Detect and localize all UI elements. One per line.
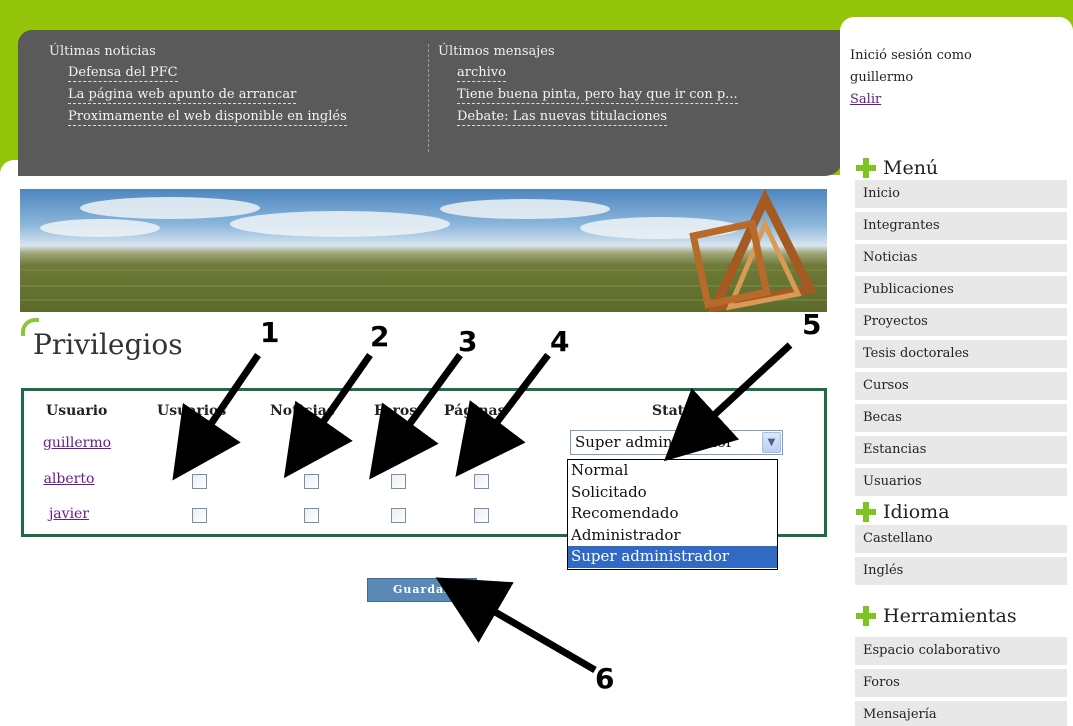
checkbox-guillermo-paginas[interactable] [474, 437, 489, 452]
language-section-title: Idioma [855, 501, 950, 523]
annotation-number-4: 4 [550, 325, 570, 358]
checkbox-javier-paginas[interactable] [474, 508, 489, 523]
menu-item-cursos[interactable]: Cursos [855, 372, 1067, 400]
language-list: Castellano Inglés [855, 525, 1067, 589]
user-link-alberto[interactable]: alberto [24, 471, 114, 487]
status-option-recomendado[interactable]: Recomendado [568, 503, 777, 525]
page-title: Privilegios [33, 328, 183, 361]
latest-messages-title: Últimos mensajes [438, 44, 555, 59]
user-link-javier[interactable]: javier [24, 506, 114, 522]
status-option-super-administrador[interactable]: Super administrador [568, 546, 777, 568]
checkbox-alberto-noticias[interactable] [304, 474, 319, 489]
session-info: Inició sesión como guillermo Salir [850, 45, 972, 111]
menu-title-text: Menú [883, 157, 939, 179]
checkbox-javier-foros[interactable] [391, 508, 406, 523]
tools-item-mensajeria[interactable]: Mensajería [855, 701, 1067, 726]
checkbox-javier-noticias[interactable] [304, 508, 319, 523]
header-usuarios: Usuarios [157, 403, 227, 419]
message-link[interactable]: Tiene buena pinta, pero hay que ir con p… [457, 87, 738, 104]
user-link-guillermo[interactable]: guillermo [32, 435, 122, 451]
latest-news-title: Últimas noticias [49, 44, 156, 59]
header-usuario: Usuario [46, 403, 108, 419]
plus-icon [855, 157, 877, 179]
menu-item-estancias[interactable]: Estancias [855, 436, 1067, 464]
menu-item-tesis[interactable]: Tesis doctorales [855, 340, 1067, 368]
menu-item-becas[interactable]: Becas [855, 404, 1067, 432]
logout-link[interactable]: Salir [850, 89, 972, 111]
latest-news: Últimas noticias Defensa del PFC La pági… [49, 44, 429, 131]
session-label: Inició sesión como [850, 48, 972, 63]
session-user: guillermo [850, 70, 914, 85]
message-link[interactable]: Debate: Las nuevas titulaciones [457, 109, 668, 126]
annotation-number-3: 3 [458, 325, 478, 358]
checkbox-guillermo-foros[interactable] [391, 434, 406, 452]
language-title-text: Idioma [883, 501, 950, 523]
status-option-normal[interactable]: Normal [568, 460, 777, 482]
annotation-number-6: 6 [595, 662, 615, 695]
news-divider [428, 44, 429, 152]
checkbox-guillermo-usuarios[interactable] [192, 434, 207, 452]
wooden-frame-image [689, 189, 817, 312]
menu-item-proyectos[interactable]: Proyectos [855, 308, 1067, 336]
status-select[interactable]: Super administrador ▼ [570, 430, 783, 455]
status-select-value: Super administrador [575, 433, 734, 451]
header-foros: Foros [374, 403, 418, 419]
sidebar: Inició sesión como guillermo Salir Menú … [840, 17, 1073, 726]
save-button[interactable]: Guardar [367, 578, 477, 602]
language-item-ingles[interactable]: Inglés [855, 557, 1067, 585]
annotation-number-1: 1 [260, 316, 280, 349]
news-link[interactable]: La página web apunto de arrancar [68, 87, 297, 104]
tools-item-espacio[interactable]: Espacio colaborativo [855, 637, 1067, 665]
checkbox-alberto-usuarios[interactable] [192, 474, 207, 489]
status-option-administrador[interactable]: Administrador [568, 525, 777, 547]
header-status: Status [652, 403, 703, 419]
tools-list: Espacio colaborativo Foros Mensajería [855, 637, 1067, 726]
latest-messages: Últimos mensajes archivo Tiene buena pin… [438, 44, 838, 131]
news-link[interactable]: Proximamente el web disponible en inglés [68, 109, 347, 126]
checkbox-alberto-paginas[interactable] [474, 474, 489, 489]
chevron-down-icon[interactable]: ▼ [762, 432, 781, 453]
header-paginas: Páginas [444, 403, 506, 419]
checkbox-alberto-foros[interactable] [391, 474, 406, 489]
tools-section-title: Herramientas [855, 605, 1017, 627]
language-item-castellano[interactable]: Castellano [855, 525, 1067, 553]
header-banner [20, 189, 827, 312]
menu-section-title: Menú [855, 157, 938, 179]
message-link[interactable]: archivo [457, 65, 506, 82]
plus-icon [855, 501, 877, 523]
news-link[interactable]: Defensa del PFC [68, 65, 178, 82]
menu-item-publicaciones[interactable]: Publicaciones [855, 276, 1067, 304]
status-dropdown-list: Normal Solicitado Recomendado Administra… [567, 459, 778, 570]
menu-list: Inicio Integrantes Noticias Publicacione… [855, 180, 1067, 500]
status-option-solicitado[interactable]: Solicitado [568, 482, 777, 504]
tools-item-foros[interactable]: Foros [855, 669, 1067, 697]
header-noticias: Noticias [270, 403, 335, 419]
annotation-number-2: 2 [370, 320, 390, 353]
menu-item-inicio[interactable]: Inicio [855, 180, 1067, 208]
checkbox-guillermo-noticias[interactable] [304, 437, 319, 452]
tools-title-text: Herramientas [883, 605, 1017, 627]
menu-item-noticias[interactable]: Noticias [855, 244, 1067, 272]
annotation-number-5: 5 [802, 308, 822, 341]
plus-icon [855, 605, 877, 627]
checkbox-javier-usuarios[interactable] [192, 508, 207, 523]
news-panel: Últimas noticias Defensa del PFC La pági… [18, 30, 843, 176]
menu-item-usuarios[interactable]: Usuarios [855, 468, 1067, 496]
menu-item-integrantes[interactable]: Integrantes [855, 212, 1067, 240]
